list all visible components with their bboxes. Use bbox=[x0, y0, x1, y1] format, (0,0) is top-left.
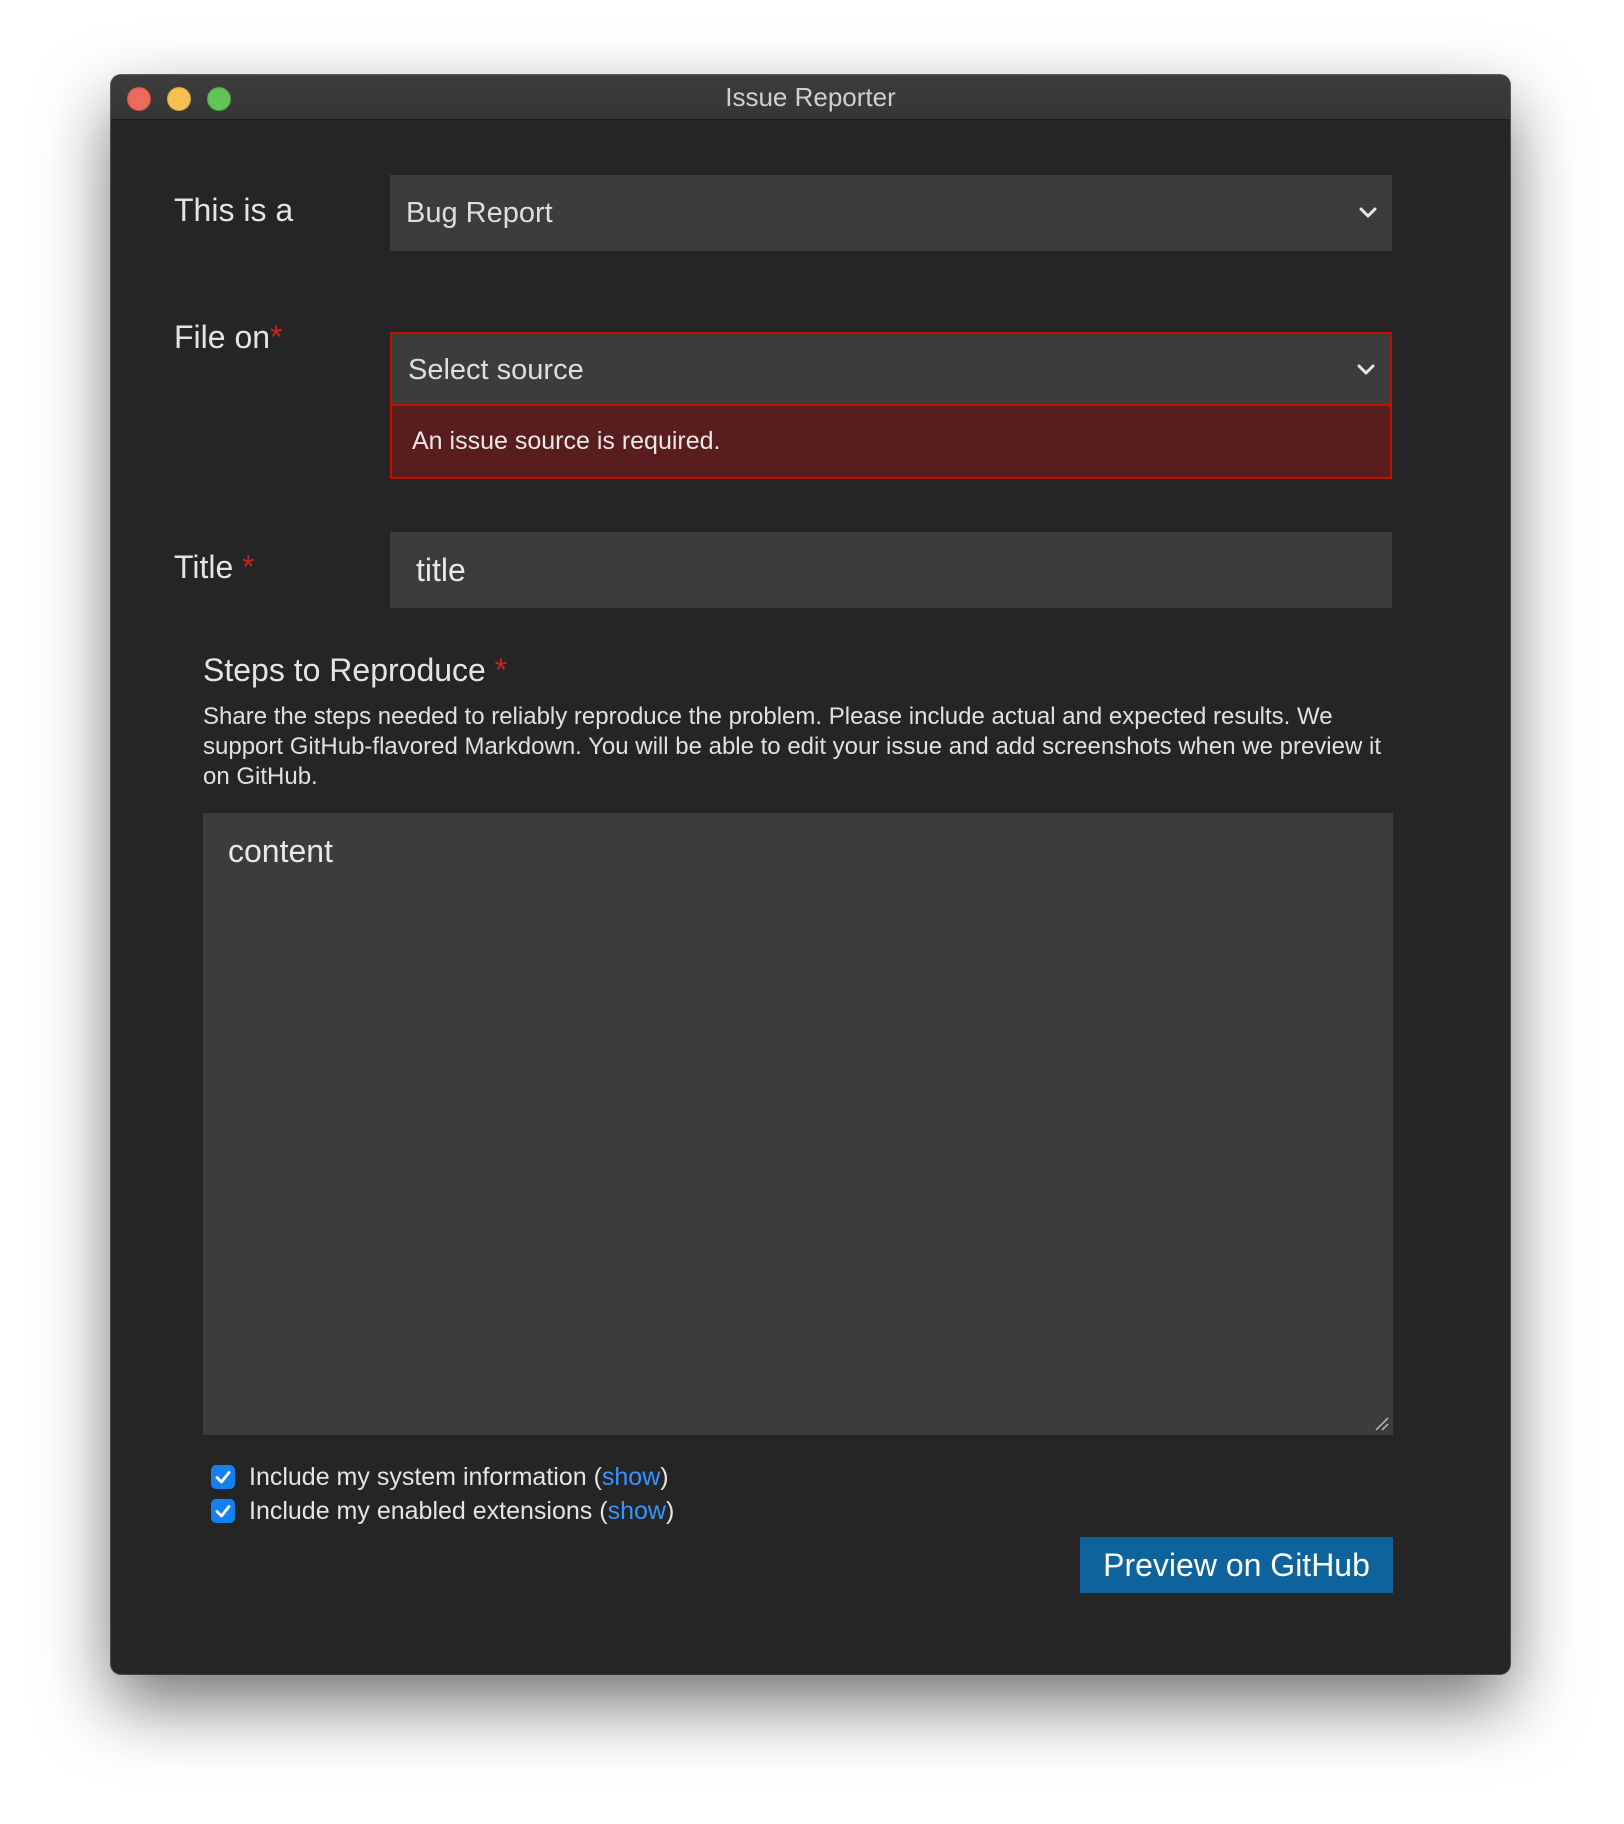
chevron-down-icon bbox=[1357, 364, 1375, 375]
steps-description: Share the steps needed to reliably repro… bbox=[203, 703, 1381, 790]
required-marker: * bbox=[494, 652, 508, 688]
open-paren: ( bbox=[593, 1462, 602, 1491]
issue-type-label-text: This is a bbox=[174, 192, 294, 228]
include-extensions-label: Include my enabled extensions bbox=[249, 1496, 593, 1525]
include-extensions-row: Include my enabled extensions (show) bbox=[211, 1496, 674, 1526]
include-system-info-row: Include my system information (show) bbox=[211, 1462, 669, 1492]
checkmark-icon bbox=[215, 1471, 231, 1484]
steps-textarea[interactable]: content bbox=[203, 813, 1393, 1435]
file-on-error-group: Select source An issue source is require… bbox=[390, 332, 1392, 479]
include-system-info-checkbox[interactable] bbox=[211, 1465, 235, 1489]
close-paren: ) bbox=[660, 1462, 669, 1491]
steps-heading-text: Steps to Reproduce bbox=[203, 652, 486, 688]
chevron-down-icon bbox=[1359, 207, 1377, 218]
resize-grip-icon[interactable] bbox=[1373, 1415, 1389, 1431]
required-marker: * bbox=[270, 319, 283, 355]
issue-reporter-window: Issue Reporter This is a Bug Report File… bbox=[111, 75, 1510, 1674]
close-paren: ) bbox=[665, 1496, 675, 1525]
include-extensions-checkbox[interactable] bbox=[211, 1499, 235, 1523]
checkmark-icon bbox=[215, 1505, 231, 1518]
issue-type-label: This is a bbox=[174, 192, 293, 229]
steps-heading: Steps to Reproduce * bbox=[203, 652, 507, 689]
title-bar: Issue Reporter bbox=[111, 75, 1510, 120]
preview-on-github-button[interactable]: Preview on GitHub bbox=[1080, 1537, 1393, 1593]
file-on-label-text: File on bbox=[174, 319, 271, 355]
window-title: Issue Reporter bbox=[725, 82, 896, 112]
issue-type-value: Bug Report bbox=[406, 197, 553, 229]
title-label: Title * bbox=[174, 549, 255, 586]
include-system-info-label: Include my system information bbox=[249, 1462, 587, 1491]
file-on-select[interactable]: Select source bbox=[392, 334, 1390, 406]
open-paren: ( bbox=[599, 1496, 608, 1525]
title-input[interactable] bbox=[390, 532, 1392, 608]
file-on-label: File on* bbox=[174, 319, 283, 356]
required-marker: * bbox=[242, 549, 255, 585]
issue-type-select[interactable]: Bug Report bbox=[390, 175, 1392, 251]
show-extensions-link[interactable]: show bbox=[608, 1497, 666, 1526]
show-system-info-link[interactable]: show bbox=[602, 1463, 660, 1492]
file-on-value: Select source bbox=[408, 354, 584, 386]
file-on-error-message: An issue source is required. bbox=[412, 427, 721, 455]
title-label-text: Title bbox=[174, 549, 234, 585]
